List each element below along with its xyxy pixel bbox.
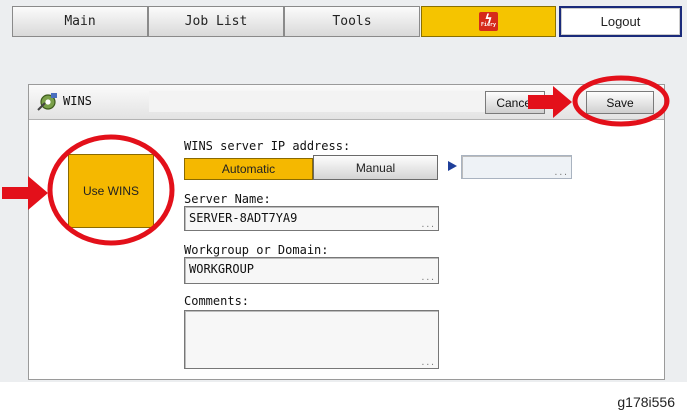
field-handle-icon: ... <box>553 168 568 177</box>
ip-address-label: WINS server IP address: <box>184 139 351 153</box>
comments-field[interactable]: ... <box>184 310 439 369</box>
workgroup-label: Workgroup or Domain: <box>184 243 329 257</box>
pointer-arrow-icon <box>448 161 457 171</box>
figure-code: g178i556 <box>617 394 675 410</box>
tab-job-list[interactable]: Job List <box>148 6 284 37</box>
workgroup-value: WORKGROUP <box>189 262 255 276</box>
field-handle-icon: ... <box>420 273 435 282</box>
server-name-label: Server Name: <box>184 192 271 206</box>
network-settings-icon <box>37 93 57 111</box>
automatic-option[interactable]: Automatic <box>184 158 313 180</box>
fiery-logo-icon: ϟ Fiery <box>479 12 498 31</box>
manual-option[interactable]: Manual <box>313 155 438 180</box>
tab-tools[interactable]: Tools <box>284 6 420 37</box>
dialog-title: WINS <box>63 94 92 108</box>
wins-ip-field[interactable]: ... <box>461 155 572 179</box>
tab-fiery[interactable]: ϟ Fiery <box>421 6 556 37</box>
use-wins-toggle[interactable]: Use WINS <box>68 154 154 228</box>
server-name-field[interactable]: SERVER-8ADT7YA9 ... <box>184 206 439 231</box>
dialog-titlebar: WINS Cancel Save <box>29 85 664 120</box>
logout-button[interactable]: Logout <box>559 6 682 37</box>
tab-main[interactable]: Main <box>12 6 148 37</box>
title-blank-area <box>149 91 504 112</box>
field-handle-icon: ... <box>420 220 435 229</box>
save-button[interactable]: Save <box>586 91 654 114</box>
screen: Main Job List Tools ϟ Fiery Logout WINS C… <box>0 0 687 382</box>
comments-label: Comments: <box>184 294 250 308</box>
field-handle-icon: ... <box>420 358 435 367</box>
workgroup-field[interactable]: WORKGROUP ... <box>184 257 439 284</box>
cancel-button[interactable]: Cancel <box>485 91 545 114</box>
server-name-value: SERVER-8ADT7YA9 <box>189 211 298 225</box>
